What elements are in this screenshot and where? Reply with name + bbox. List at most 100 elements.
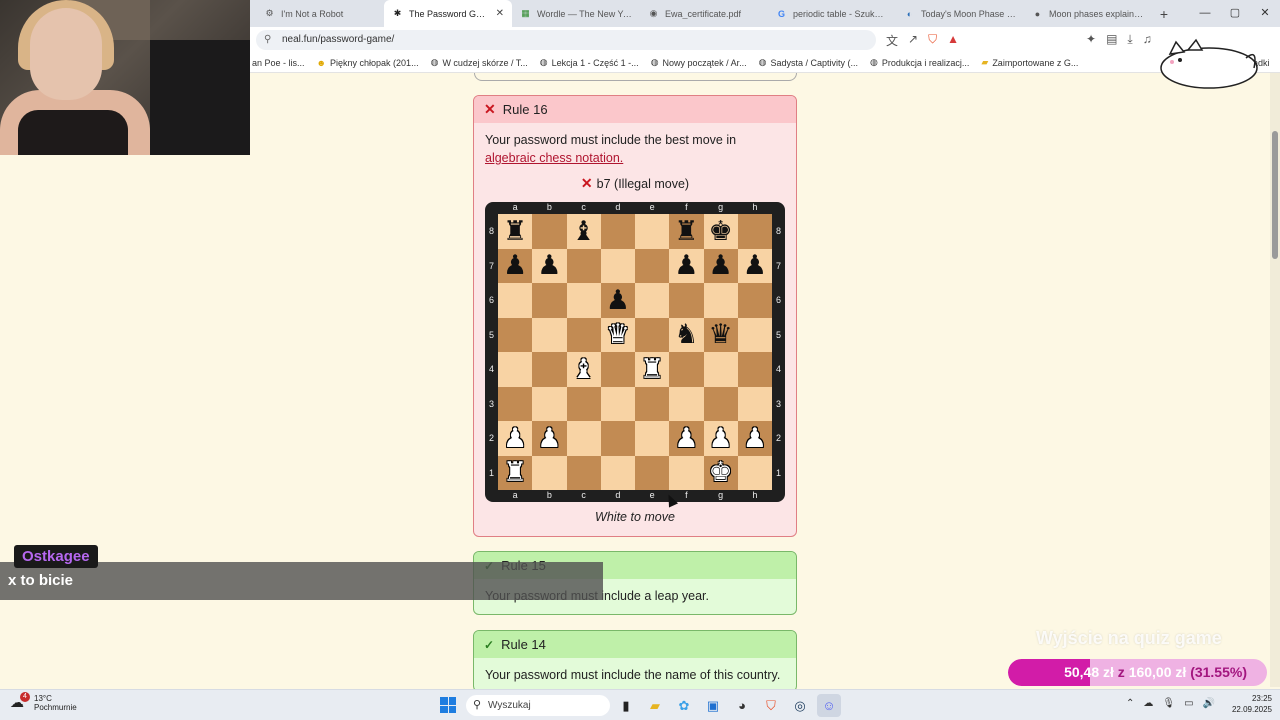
site-info-icon[interactable]: ⚲ — [264, 30, 271, 50]
file-explorer-icon[interactable]: ▰ — [643, 694, 667, 717]
taskbar-clock[interactable]: 23:25 22.09.2025 — [1224, 693, 1272, 715]
url-text: neal.fun/password-game/ — [282, 34, 395, 45]
bookmark-item[interactable]: an Poe - lis... — [246, 58, 311, 68]
bookmark-item[interactable]: ◍ Produkcja i realizacj... — [864, 57, 975, 68]
board-square-g7: ♟ — [703, 248, 738, 283]
music-icon[interactable]: ♫ — [1143, 32, 1152, 47]
black-rook-icon: ♜ — [503, 215, 528, 247]
file-label: e — [649, 202, 655, 212]
tab-ewa-certificate[interactable]: ◉ Ewa_certificate.pdf — [640, 0, 768, 27]
window-controls: — ▢ ✕ — [1190, 0, 1280, 27]
app-icon[interactable]: ◕ — [730, 694, 754, 717]
page-scrollbar[interactable] — [1270, 73, 1280, 687]
board-square-b5 — [532, 317, 567, 352]
tab-wordle[interactable]: ▦ Wordle — The New York T — [512, 0, 640, 27]
discord-icon[interactable]: ☺ — [817, 694, 841, 717]
minimize-button[interactable]: — — [1190, 0, 1220, 27]
copilot-icon[interactable]: ✿ — [672, 694, 696, 717]
rank-label: 2 — [775, 433, 781, 444]
tab-moon-phases-explained[interactable]: ● Moon phases explained in — [1024, 0, 1152, 27]
bookmark-item[interactable]: ◍ Lekcja 1 - Część 1 -... — [534, 57, 645, 68]
board-square-f6 — [669, 283, 704, 318]
bookmark-item[interactable]: ◍ Sadysta / Captivity (... — [753, 57, 864, 68]
tab-not-a-robot[interactable]: ⚙ I'm Not a Robot — [256, 0, 384, 27]
emoji-icon: ☻ — [316, 57, 327, 68]
board-square-f2: ♟ — [669, 421, 704, 456]
close-tab-icon[interactable]: ✕ — [496, 8, 504, 19]
weather-widget[interactable]: ☁ 4 13°C Pochmurnie — [10, 692, 77, 712]
url-field[interactable]: ⚲ neal.fun/password-game/ — [256, 30, 876, 50]
board-square-a3 — [498, 386, 533, 421]
tab-moon-phase[interactable]: ◐ Today's Moon Phase | Curr — [896, 0, 1024, 27]
tab-label: Today's Moon Phase | Curr — [921, 8, 1016, 19]
bookmark-item[interactable]: ◍ Nowy początek / Ar... — [645, 57, 753, 68]
translate-icon[interactable]: 文 — [886, 32, 898, 49]
bookmark-folder[interactable]: ▰ Zaimportowane z G... — [975, 57, 1084, 68]
file-labels-bottom: abcdefgh — [498, 490, 772, 500]
rank-labels-left: 8 7 6 5 4 3 2 1 — [485, 214, 498, 490]
brave-browser-icon[interactable]: ⛉ — [759, 694, 783, 717]
donation-separator: z — [1117, 664, 1125, 680]
tab-label: periodic table - Szukaj w G — [793, 8, 888, 19]
file-label: c — [581, 490, 586, 500]
file-label: c — [581, 202, 586, 212]
rank-label: 3 — [775, 398, 781, 409]
board-square-a7: ♟ — [498, 248, 533, 283]
scrollbar-thumb[interactable] — [1272, 131, 1278, 259]
board-square-h2: ♟ — [737, 421, 772, 456]
black-pawn-icon: ♟ — [708, 250, 733, 282]
onedrive-icon[interactable]: ☁ — [1143, 698, 1153, 709]
file-label: h — [752, 490, 758, 500]
board-square-a8: ♜ — [498, 214, 533, 249]
steam-icon[interactable]: ◎ — [788, 694, 812, 717]
volume-icon[interactable]: 🔊 — [1203, 698, 1215, 709]
board-square-c1 — [566, 455, 601, 490]
brave-shield-icon[interactable]: ⛉ — [928, 32, 937, 49]
board-square-e1 — [635, 455, 670, 490]
board-square-g8: ♚ — [703, 214, 738, 249]
rank-labels-right: 8 7 6 5 4 3 2 1 — [772, 214, 785, 490]
store-icon[interactable]: ▣ — [701, 694, 725, 717]
black-knight-icon: ♞ — [674, 319, 699, 351]
taskbar-search[interactable]: ⚲ Wyszukaj — [466, 695, 610, 716]
microphone-icon[interactable]: 🎙 — [1162, 698, 1175, 709]
maximize-button[interactable]: ▢ — [1220, 0, 1250, 27]
start-button[interactable] — [440, 697, 456, 713]
bookmark-item[interactable]: ◍ W cudzej skórze / T... — [425, 57, 534, 68]
tab-label: Moon phases explained in — [1049, 8, 1144, 19]
board-square-b1 — [532, 455, 567, 490]
file-label: a — [512, 202, 518, 212]
board-square-g1: ♚ — [703, 455, 738, 490]
webcam-person — [18, 110, 128, 155]
white-king-icon: ♚ — [708, 457, 733, 489]
tab-periodic-table[interactable]: G periodic table - Szukaj w G — [768, 0, 896, 27]
file-label: f — [685, 202, 688, 212]
new-tab-button[interactable]: + — [1152, 6, 1176, 22]
grid-icon: ▦ — [521, 8, 530, 18]
tab-label: I'm Not a Robot — [281, 8, 344, 19]
tab-password-game[interactable]: ✱ The Password Game ✕ — [384, 0, 512, 27]
task-view-icon[interactable]: ▮ — [614, 694, 638, 717]
board-square-e5 — [635, 317, 670, 352]
file-label: d — [615, 202, 621, 212]
white-pawn-icon: ♟ — [674, 422, 699, 454]
sidebar-icon[interactable]: ▤ — [1106, 32, 1117, 47]
white-rook-icon: ♜ — [640, 353, 665, 385]
board-square-c4: ♝ — [566, 352, 601, 387]
download-icon[interactable]: ⤓ — [1127, 32, 1132, 47]
algebraic-notation-link[interactable]: algebraic chess notation. — [485, 151, 623, 165]
network-icon[interactable]: ▭ — [1184, 698, 1193, 709]
close-window-button[interactable]: ✕ — [1250, 0, 1280, 27]
tab-label: The Password Game — [409, 8, 490, 19]
share-icon[interactable]: ↗ — [908, 32, 918, 49]
chevron-up-icon[interactable]: ⌃ — [1126, 698, 1134, 709]
white-bishop-icon: ♝ — [571, 353, 596, 385]
clock-date: 22.09.2025 — [1231, 705, 1272, 714]
black-pawn-icon: ♟ — [674, 250, 699, 282]
brave-rewards-icon[interactable]: ▲ — [947, 32, 959, 49]
extensions-icon[interactable]: ✦ — [1086, 32, 1096, 47]
white-pawn-icon: ♟ — [708, 422, 733, 454]
rank-label: 6 — [488, 295, 494, 306]
windows-logo-icon — [440, 705, 448, 713]
bookmark-item[interactable]: ☻ Piękny chłopak (201... — [311, 58, 425, 68]
